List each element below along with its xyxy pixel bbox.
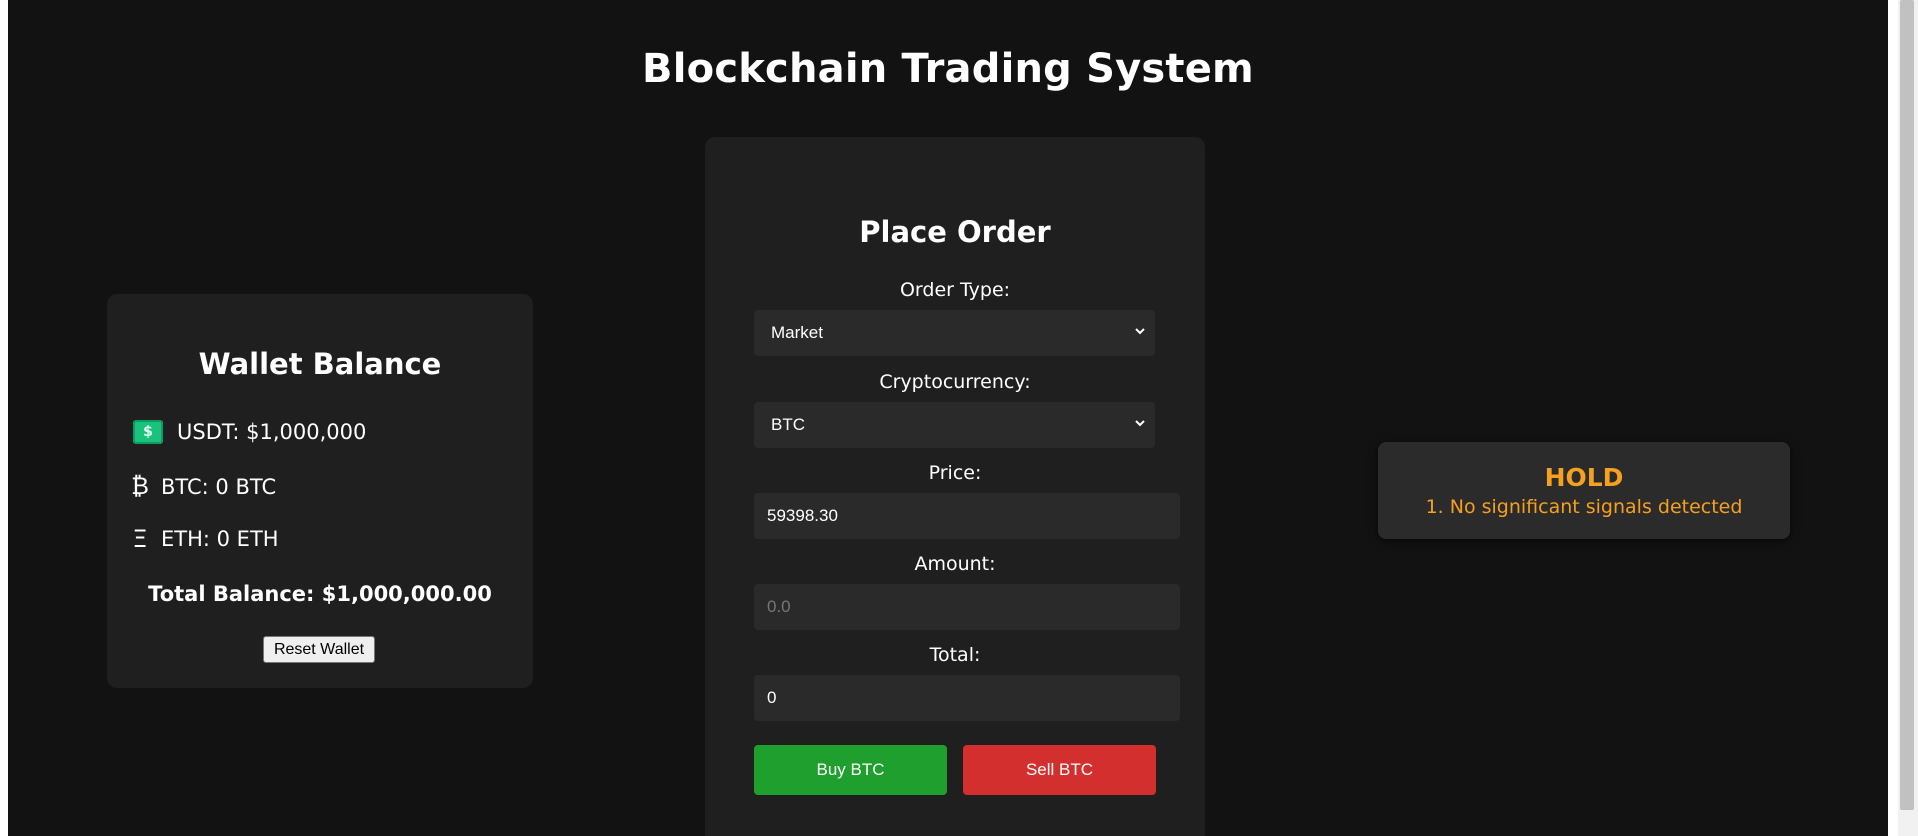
total-balance: Total Balance: $1,000,000.00	[148, 582, 492, 606]
chevron-down-icon	[1135, 420, 1145, 427]
scrollbar-thumb[interactable]	[1900, 0, 1914, 810]
wallet-item-label: ETH: 0 ETH	[161, 527, 279, 551]
order-type-select[interactable]: Market	[754, 310, 1155, 356]
price-label: Price:	[928, 462, 982, 484]
wallet-item-label: USDT: $1,000,000	[177, 420, 367, 444]
app-viewport: Blockchain Trading System Wallet Balance…	[8, 0, 1888, 836]
chevron-down-icon	[1135, 328, 1145, 335]
sell-button[interactable]: Sell BTC	[963, 745, 1156, 795]
total-input[interactable]	[754, 675, 1180, 721]
amount-label: Amount:	[914, 553, 996, 575]
trading-signal-card: HOLD 1. No significant signals detected	[1378, 442, 1790, 539]
wallet-item-eth: Ξ ETH: 0 ETH	[132, 525, 279, 553]
order-title: Place Order	[859, 215, 1051, 249]
order-type-label: Order Type:	[899, 279, 1011, 301]
cryptocurrency-label: Cryptocurrency:	[879, 371, 1031, 393]
order-type-value: Market	[771, 323, 823, 342]
cryptocurrency-value: BTC	[771, 415, 805, 434]
place-order-card: Place Order Order Type: Market Cryptocur…	[705, 137, 1205, 836]
wallet-title: Wallet Balance	[198, 347, 442, 381]
amount-input[interactable]	[754, 584, 1180, 630]
wallet-item-btc: ₿ BTC: 0 BTC	[131, 472, 277, 501]
price-input[interactable]	[754, 493, 1180, 539]
wallet-item-usdt: USDT: $1,000,000	[133, 420, 366, 444]
signal-reason: 1. No significant signals detected	[1425, 496, 1743, 518]
cash-icon	[133, 420, 163, 444]
bitcoin-icon: ₿	[131, 472, 149, 500]
cryptocurrency-select[interactable]: BTC	[754, 402, 1155, 448]
page-title: Blockchain Trading System	[642, 46, 1254, 92]
buy-button[interactable]: Buy BTC	[754, 745, 947, 795]
reset-wallet-button[interactable]: Reset Wallet	[263, 636, 375, 663]
signal-title: HOLD	[1544, 463, 1624, 492]
total-label: Total:	[929, 644, 981, 666]
wallet-balance-card: Wallet Balance USDT: $1,000,000 ₿ BTC: 0…	[107, 294, 533, 688]
wallet-item-label: BTC: 0 BTC	[161, 474, 277, 499]
ethereum-icon: Ξ	[132, 525, 148, 553]
